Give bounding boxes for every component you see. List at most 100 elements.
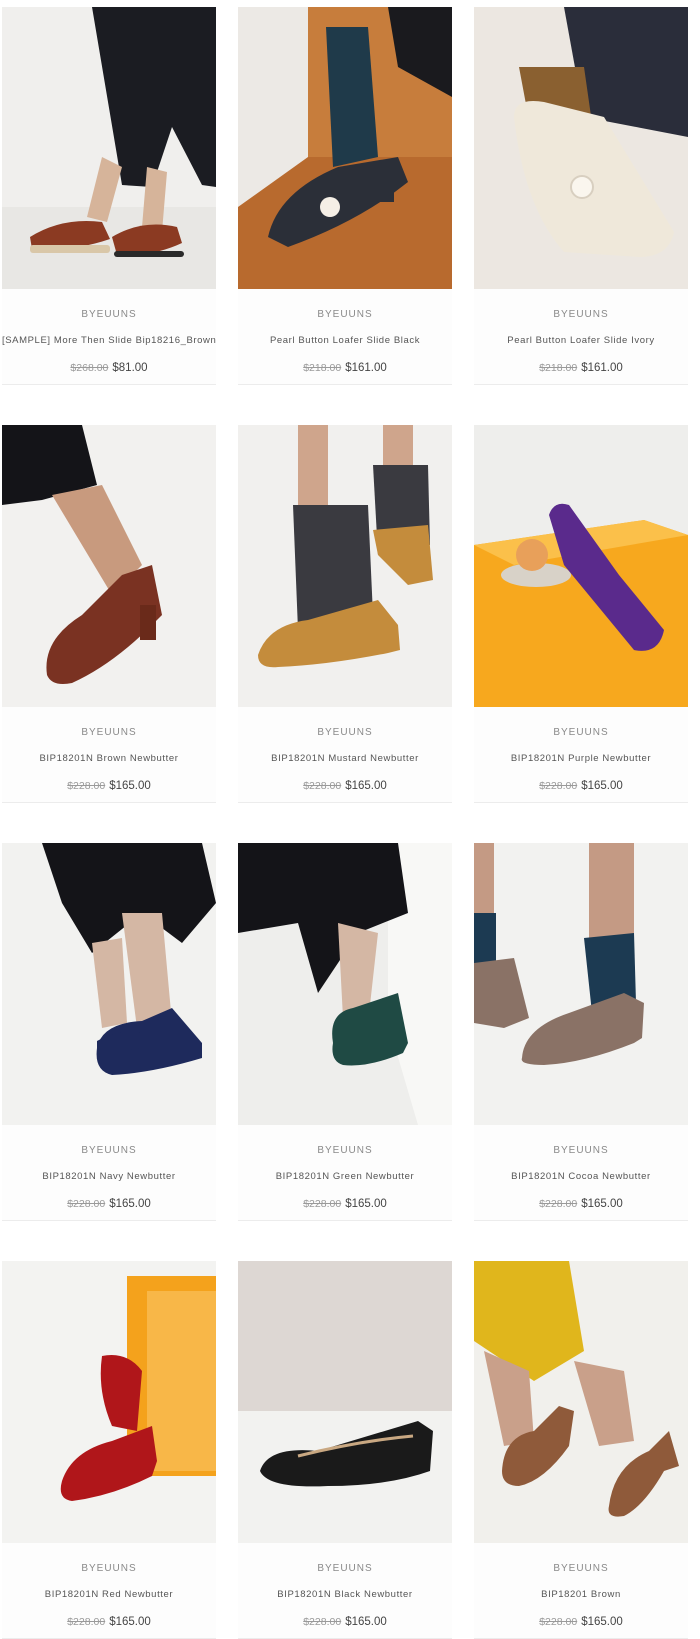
- card-divider: [2, 802, 216, 803]
- compare-price: $218.00: [539, 362, 578, 374]
- product-price: $228.00 $165.00: [2, 1196, 216, 1212]
- compare-price: $228.00: [303, 780, 342, 792]
- product-title[interactable]: BIP18201N Black Newbutter: [238, 1588, 452, 1602]
- sale-price: $161.00: [345, 362, 387, 374]
- product-title[interactable]: BIP18201N Brown Newbutter: [2, 752, 216, 766]
- product-image[interactable]: [238, 843, 452, 1125]
- product-vendor: BYEUUNS: [81, 1563, 137, 1574]
- product-title[interactable]: BIP18201N Purple Newbutter: [474, 752, 688, 766]
- product-title[interactable]: Pearl Button Loafer Slide Black: [238, 334, 452, 348]
- product-card: BYEUUNS BIP18201N Cocoa Newbutter $228.0…: [474, 843, 688, 1221]
- product-vendor: BYEUUNS: [553, 1563, 609, 1574]
- product-info: BYEUUNS BIP18201N Black Newbutter $228.0…: [238, 1543, 452, 1639]
- card-divider: [474, 384, 688, 385]
- product-vendor: BYEUUNS: [81, 309, 137, 320]
- card-divider: [2, 384, 216, 385]
- sale-price: $165.00: [581, 780, 623, 792]
- product-image[interactable]: [2, 7, 216, 289]
- product-vendor: BYEUUNS: [317, 309, 373, 320]
- compare-price: $228.00: [67, 780, 106, 792]
- product-image[interactable]: [238, 7, 452, 289]
- card-divider: [238, 384, 452, 385]
- product-title[interactable]: Pearl Button Loafer Slide Ivory: [474, 334, 688, 348]
- compare-price: $228.00: [539, 1198, 578, 1210]
- product-price: $218.00 $161.00: [474, 360, 688, 376]
- product-card: BYEUUNS BIP18201 Brown $228.00 $165.00: [474, 1261, 688, 1639]
- product-vendor: BYEUUNS: [317, 1145, 373, 1156]
- product-title[interactable]: BIP18201 Brown: [474, 1588, 688, 1602]
- product-card: BYEUUNS [SAMPLE] More Then Slide Bip1821…: [2, 7, 216, 385]
- product-photo: [238, 1261, 452, 1543]
- product-photo: [474, 425, 688, 707]
- product-vendor: BYEUUNS: [317, 1563, 373, 1574]
- sale-price: $165.00: [109, 1198, 151, 1210]
- product-photo: [2, 1261, 216, 1543]
- product-info: BYEUUNS Pearl Button Loafer Slide Ivory …: [474, 289, 688, 385]
- product-price: $228.00 $165.00: [2, 778, 216, 794]
- card-divider: [238, 802, 452, 803]
- product-title[interactable]: BIP18201N Cocoa Newbutter: [474, 1170, 688, 1184]
- product-title[interactable]: BIP18201N Green Newbutter: [238, 1170, 452, 1184]
- sale-price: $165.00: [345, 780, 387, 792]
- sale-price: $81.00: [112, 362, 148, 374]
- product-image[interactable]: [474, 843, 688, 1125]
- sale-price: $161.00: [581, 362, 623, 374]
- product-photo: [238, 425, 452, 707]
- product-info: BYEUUNS BIP18201N Red Newbutter $228.00 $…: [2, 1543, 216, 1639]
- product-photo: [2, 7, 216, 289]
- sale-price: $165.00: [581, 1198, 623, 1210]
- sale-price: $165.00: [345, 1616, 387, 1628]
- compare-price: $228.00: [67, 1198, 106, 1210]
- product-vendor: BYEUUNS: [553, 727, 609, 738]
- product-image[interactable]: [474, 1261, 688, 1543]
- product-price: $218.00 $161.00: [238, 360, 452, 376]
- product-title[interactable]: [SAMPLE] More Then Slide Bip18216_Brown: [2, 334, 216, 348]
- product-card: BYEUUNS BIP18201N Navy Newbutter $228.00…: [2, 843, 216, 1221]
- card-divider: [474, 802, 688, 803]
- compare-price: $228.00: [67, 1616, 106, 1628]
- product-photo: [238, 7, 452, 289]
- product-card: BYEUUNS BIP18201N Green Newbutter $228.0…: [238, 843, 452, 1221]
- product-image[interactable]: [238, 425, 452, 707]
- product-price: $228.00 $165.00: [474, 778, 688, 794]
- card-divider: [474, 1220, 688, 1221]
- product-image[interactable]: [2, 843, 216, 1125]
- product-photo: [238, 843, 452, 1125]
- sale-price: $165.00: [345, 1198, 387, 1210]
- product-card: BYEUUNS BIP18201N Purple Newbutter $228.…: [474, 425, 688, 803]
- product-card: BYEUUNS BIP18201N Mustard Newbutter $228…: [238, 425, 452, 803]
- product-image[interactable]: [2, 425, 216, 707]
- compare-price: $228.00: [539, 1616, 578, 1628]
- product-title[interactable]: BIP18201N Red Newbutter: [2, 1588, 216, 1602]
- sale-price: $165.00: [109, 1616, 151, 1628]
- product-photo: [474, 1261, 688, 1543]
- product-image[interactable]: [474, 425, 688, 707]
- product-photo: [474, 7, 688, 289]
- product-info: BYEUUNS BIP18201N Navy Newbutter $228.00…: [2, 1125, 216, 1221]
- compare-price: $228.00: [303, 1616, 342, 1628]
- product-info: BYEUUNS Pearl Button Loafer Slide Black …: [238, 289, 452, 385]
- product-info: BYEUUNS [SAMPLE] More Then Slide Bip1821…: [2, 289, 216, 385]
- product-card: BYEUUNS BIP18201N Black Newbutter $228.0…: [238, 1261, 452, 1639]
- product-image[interactable]: [474, 7, 688, 289]
- product-image[interactable]: [238, 1261, 452, 1543]
- product-vendor: BYEUUNS: [553, 1145, 609, 1156]
- product-title[interactable]: BIP18201N Mustard Newbutter: [238, 752, 452, 766]
- product-price: $228.00 $165.00: [238, 1196, 452, 1212]
- product-price: $268.00 $81.00: [2, 360, 216, 376]
- product-vendor: BYEUUNS: [81, 1145, 137, 1156]
- product-price: $228.00 $165.00: [474, 1614, 688, 1630]
- product-title[interactable]: BIP18201N Navy Newbutter: [2, 1170, 216, 1184]
- product-image[interactable]: [2, 1261, 216, 1543]
- card-divider: [238, 1220, 452, 1221]
- product-info: BYEUUNS BIP18201N Cocoa Newbutter $228.0…: [474, 1125, 688, 1221]
- product-price: $228.00 $165.00: [238, 778, 452, 794]
- product-info: BYEUUNS BIP18201N Green Newbutter $228.0…: [238, 1125, 452, 1221]
- product-card: BYEUUNS BIP18201N Red Newbutter $228.00 $…: [2, 1261, 216, 1639]
- product-price: $228.00 $165.00: [474, 1196, 688, 1212]
- product-price: $228.00 $165.00: [2, 1614, 216, 1630]
- sale-price: $165.00: [581, 1616, 623, 1628]
- compare-price: $228.00: [539, 780, 578, 792]
- product-price: $228.00 $165.00: [238, 1614, 452, 1630]
- product-info: BYEUUNS BIP18201N Mustard Newbutter $228…: [238, 707, 452, 803]
